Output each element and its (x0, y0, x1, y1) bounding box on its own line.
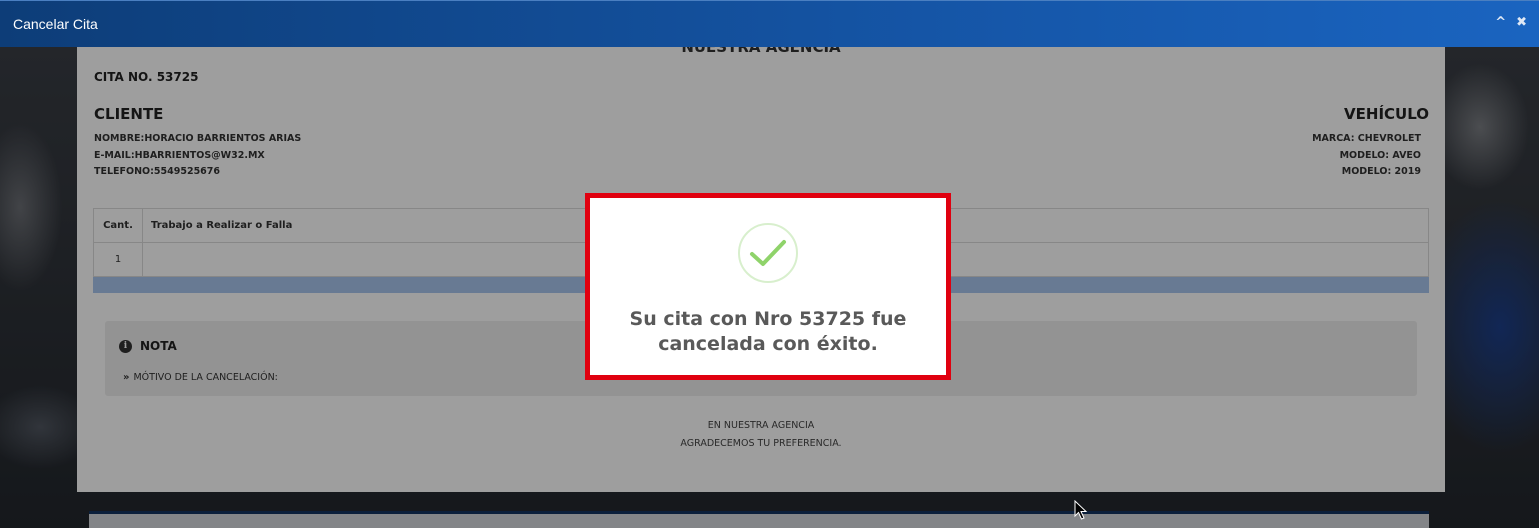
checkmark-icon (738, 223, 798, 283)
window-titlebar: Cancelar Cita ^ ✖ (0, 0, 1539, 47)
mouse-cursor-icon (1074, 500, 1088, 520)
window-controls: ^ ✖ (1495, 15, 1527, 31)
success-dialog: Su cita con Nro 53725 fue cancelada con … (585, 193, 951, 380)
close-button[interactable]: ✖ (1516, 15, 1527, 31)
success-message: Su cita con Nro 53725 fue cancelada con … (629, 308, 907, 355)
window-title: Cancelar Cita (13, 16, 98, 32)
collapse-button[interactable]: ^ (1495, 15, 1506, 31)
